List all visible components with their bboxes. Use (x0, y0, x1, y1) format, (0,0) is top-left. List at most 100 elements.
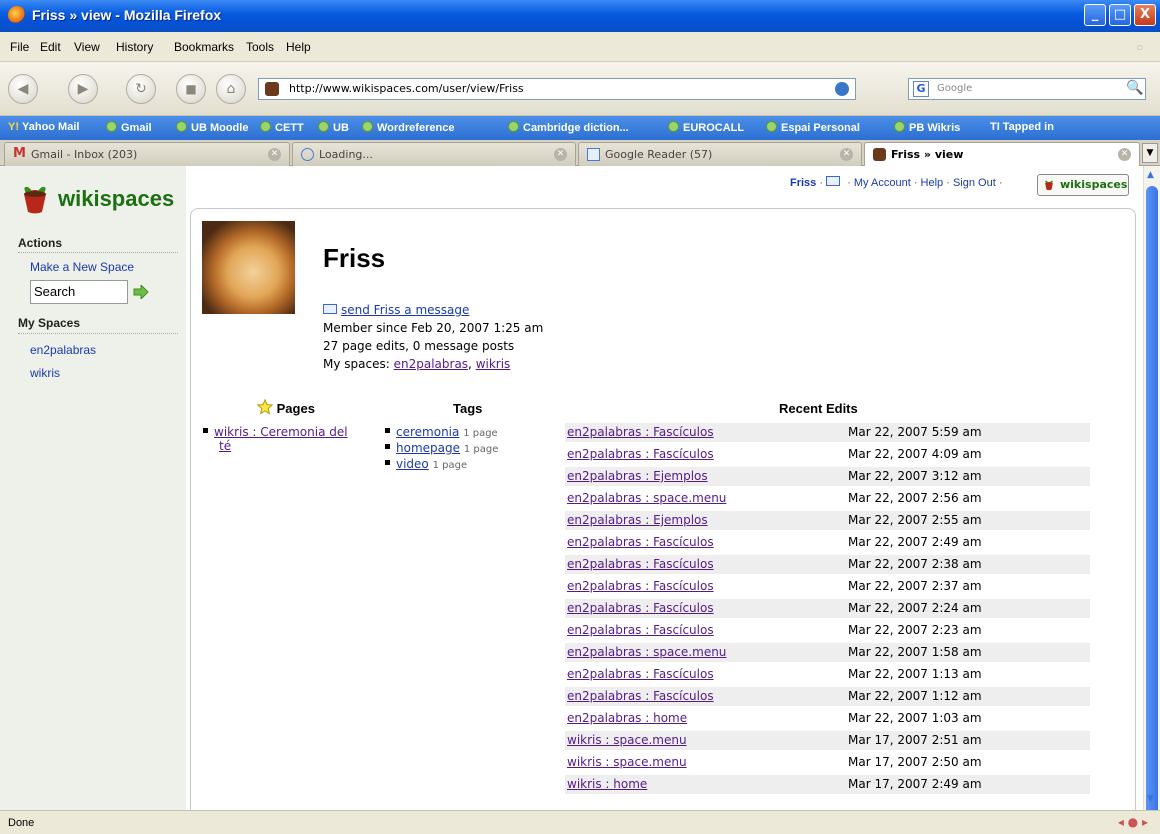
profile-space-en2palabras[interactable]: en2palabras (394, 357, 468, 371)
table-row: en2palabras : Fascículos Mar 22, 2007 5:5… (565, 423, 1090, 442)
bookmark-ub[interactable]: UB (318, 121, 349, 134)
member-since: Member since Feb 20, 2007 1:25 am (323, 321, 544, 335)
arrow-right-icon[interactable] (133, 285, 149, 299)
window-titlebar: Friss » view - Mozilla Firefox _ □ X (0, 0, 1160, 32)
close-tab-icon[interactable]: ✕ (840, 148, 853, 161)
list-item[interactable]: ceremonia 1 page (385, 425, 498, 441)
table-row: en2palabras : Fascículos Mar 22, 2007 2:3… (567, 579, 982, 593)
close-button[interactable]: X (1134, 4, 1156, 26)
profile-space-wikris[interactable]: wikris (476, 357, 511, 371)
logo-text: wikispaces (58, 186, 175, 211)
table-row: en2palabras : Fascículos Mar 22, 2007 2:3… (565, 555, 1090, 574)
list-item[interactable]: homepage 1 page (385, 441, 498, 457)
bookmark-cambridge[interactable]: Cambridge diction... (508, 121, 629, 134)
reload-icon[interactable]: ↻ (126, 74, 156, 104)
recent-edits-heading: Recent Edits (779, 401, 858, 416)
help-link[interactable]: Help (921, 177, 944, 189)
menu-file[interactable]: File (10, 40, 29, 54)
edit-stats: 27 page edits, 0 message posts (323, 339, 515, 353)
url-text[interactable]: http://www.wikispaces.com/user/view/Fris… (289, 82, 524, 95)
page-content: wikispaces Actions Make a New Space Sear… (0, 166, 1143, 810)
space-search-input[interactable]: Search (30, 280, 128, 304)
list-item[interactable]: té (203, 439, 363, 453)
menu-bar: File Edit View History Bookmarks Tools H… (0, 32, 1160, 62)
vertical-scrollbar[interactable]: ▲ ▼ (1143, 166, 1160, 826)
home-icon[interactable]: ⌂ (216, 74, 246, 104)
search-icon[interactable]: 🔍 (1126, 80, 1143, 96)
list-item[interactable]: wikris : Ceremonia del (203, 425, 363, 439)
go-icon[interactable] (835, 82, 849, 96)
bookmark-cett[interactable]: CETT (260, 121, 304, 134)
stop-icon[interactable]: ■ (176, 74, 206, 104)
bookmark-pb-wikris[interactable]: PB Wikris (894, 121, 960, 134)
scrollbar-thumb[interactable] (1146, 186, 1158, 826)
bookmark-espai-personal[interactable]: Espai Personal (766, 121, 860, 134)
divider (18, 252, 178, 253)
sign-out-link[interactable]: Sign Out (953, 177, 996, 189)
bookmark-eurocall[interactable]: EUROCALL (668, 121, 744, 134)
bookmark-icon (318, 121, 329, 132)
close-tab-icon[interactable]: ✕ (1118, 148, 1131, 161)
user-link[interactable]: Friss (790, 177, 816, 189)
maximize-button[interactable]: □ (1109, 4, 1131, 26)
close-tab-icon[interactable]: ✕ (554, 148, 567, 161)
bookmark-icon (362, 121, 373, 132)
bookmark-wordreference[interactable]: Wordreference (362, 121, 454, 134)
send-message-link[interactable]: send Friss a message (341, 303, 469, 317)
profile-panel: Friss send Friss a message Member since … (190, 208, 1136, 810)
tab-list-dropdown-icon[interactable]: ▼ (1142, 143, 1158, 163)
addon-status-icon[interactable]: ◂ ● ▸ (1118, 815, 1148, 829)
tag-link[interactable]: homepage (396, 441, 460, 455)
actions-heading: Actions (18, 236, 63, 250)
sidebar-space-en2palabras[interactable]: en2palabras (30, 343, 96, 357)
menu-tools[interactable]: Tools (246, 40, 274, 54)
bookmark-yahoo-mail[interactable]: Y! Yahoo Mail (8, 121, 79, 133)
bookmark-icon (766, 121, 777, 132)
menu-bookmarks[interactable]: Bookmarks (174, 40, 234, 54)
sidebar-space-wikris[interactable]: wikris (30, 366, 60, 380)
menu-edit[interactable]: Edit (40, 40, 61, 54)
tag-link[interactable]: video (396, 457, 429, 471)
bookmark-tapped-in[interactable]: TI Tapped in (990, 121, 1054, 133)
pages-list: wikris : Ceremonia del té (203, 425, 363, 453)
tab-loading[interactable]: Loading... ✕ (292, 142, 576, 166)
bookmark-icon (894, 121, 905, 132)
tags-list: ceremonia 1 page homepage 1 page video 1… (385, 425, 498, 473)
yahoo-icon: Y! (8, 121, 19, 133)
scroll-up-icon[interactable]: ▲ (1147, 170, 1154, 180)
table-row: en2palabras : Ejemplos Mar 22, 2007 2:55 … (565, 511, 1090, 530)
close-tab-icon[interactable]: ✕ (268, 148, 281, 161)
tab-gmail[interactable]: M Gmail - Inbox (203) ✕ (4, 142, 290, 166)
tab-friss-view[interactable]: Friss » view ✕ (864, 142, 1140, 167)
loading-icon (301, 148, 314, 161)
tapped-in-icon: TI (990, 121, 1000, 133)
status-bar: Done ◂ ● ▸ (0, 810, 1160, 834)
gmail-icon: M (13, 146, 26, 161)
wikispaces-badge[interactable]: wikispaces (1037, 174, 1129, 196)
list-item[interactable]: video 1 page (385, 457, 498, 473)
scroll-down-icon[interactable]: ▼ (1147, 794, 1154, 804)
mail-icon[interactable] (826, 176, 841, 186)
url-bar[interactable]: http://www.wikispaces.com/user/view/Fris… (258, 78, 856, 100)
menu-history[interactable]: History (116, 40, 153, 54)
search-bar[interactable]: G Google (908, 78, 1146, 100)
navigation-toolbar: ◀ ▶ ↻ ■ ⌂ http://www.wikispaces.com/user… (0, 62, 1160, 116)
menu-help[interactable]: Help (286, 40, 311, 54)
site-favicon-icon (265, 82, 279, 96)
my-account-link[interactable]: My Account (854, 177, 911, 189)
bookmark-gmail[interactable]: Gmail (106, 121, 152, 134)
bookmark-icon (106, 121, 117, 132)
tab-google-reader[interactable]: Google Reader (57) ✕ (578, 142, 862, 166)
tag-link[interactable]: ceremonia (396, 425, 459, 439)
search-placeholder: Google (937, 83, 973, 94)
search-engine-icon[interactable]: G (913, 81, 929, 97)
table-row: en2palabras : Ejemplos Mar 22, 2007 3:12 … (565, 467, 1090, 486)
menu-view[interactable]: View (74, 40, 100, 54)
forward-icon[interactable]: ▶ (68, 74, 98, 104)
bookmark-ub-moodle[interactable]: UB Moodle (176, 121, 248, 134)
make-new-space-link[interactable]: Make a New Space (30, 260, 134, 274)
table-row: en2palabras : Fascículos Mar 22, 2007 1:1… (565, 687, 1090, 706)
back-icon[interactable]: ◀ (8, 74, 38, 104)
minimize-button[interactable]: _ (1084, 4, 1106, 26)
bookmarks-toolbar: Y! Yahoo Mail Gmail UB Moodle CETT UB Wor… (0, 116, 1160, 140)
